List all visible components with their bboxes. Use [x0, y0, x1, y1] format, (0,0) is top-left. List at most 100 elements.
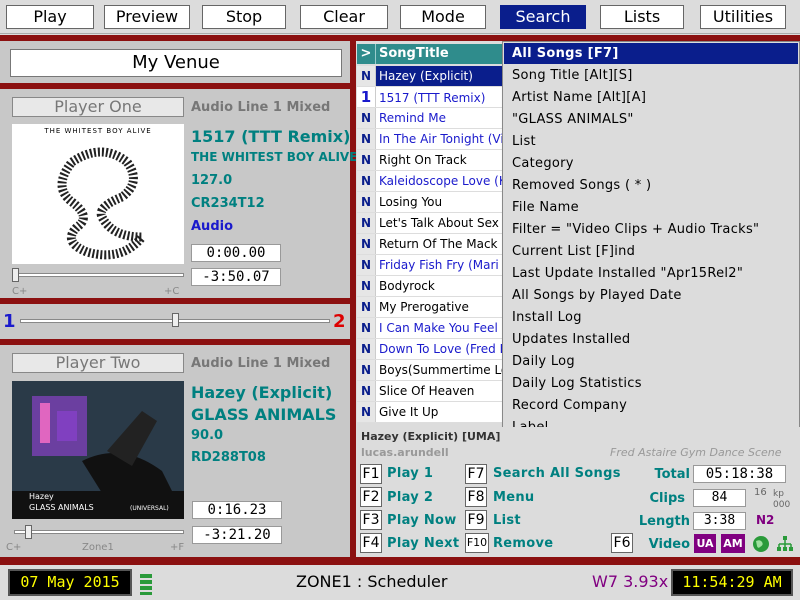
play-button[interactable]: Play: [6, 5, 94, 29]
sort-marker[interactable]: >: [357, 44, 376, 64]
song-row[interactable]: N Hazey (Explicit): [357, 66, 505, 87]
search-menu-item[interactable]: Artist Name [Alt][A]: [504, 87, 798, 108]
f3-key[interactable]: F3: [360, 510, 382, 530]
song-row[interactable]: N Losing You: [357, 192, 505, 213]
search-menu-item[interactable]: Last Update Installed "Apr15Rel2": [504, 263, 798, 284]
player-one-slider-knob[interactable]: [12, 268, 19, 282]
album-art-text: THE WHITEST BOY ALIVE: [44, 127, 152, 135]
clear-button[interactable]: Clear: [300, 5, 388, 29]
total-label: Total: [654, 467, 690, 482]
search-menu-item[interactable]: Current List [F]ind: [504, 241, 798, 262]
song-row[interactable]: N Give It Up: [357, 402, 505, 423]
f2-key[interactable]: F2: [360, 487, 382, 507]
player-two-slider-knob[interactable]: [25, 525, 32, 539]
song-row[interactable]: N Right On Track: [357, 150, 505, 171]
player-two-bpm: 90.0: [191, 428, 224, 443]
search-menu-item[interactable]: Removed Songs ( * ): [504, 175, 798, 196]
song-row[interactable]: N Bodyrock: [357, 276, 505, 297]
globe-icon[interactable]: [752, 535, 770, 553]
utilities-button[interactable]: Utilities: [700, 5, 786, 29]
network-tree-icon[interactable]: [776, 535, 794, 553]
song-row[interactable]: N Kaleidoscope Love (K: [357, 171, 505, 192]
search-menu-item[interactable]: All Songs by Played Date: [504, 285, 798, 306]
song-row[interactable]: 1 1517 (TTT Remix): [357, 87, 505, 108]
song-status-marker: N: [357, 255, 376, 275]
f4-key[interactable]: F4: [360, 533, 382, 553]
player-two-artist: GLASS ANIMALS: [191, 405, 337, 424]
song-title: Remind Me: [379, 111, 446, 125]
player-one-pitch-slider[interactable]: [14, 273, 184, 277]
song-row[interactable]: N Let's Talk About Sex: [357, 213, 505, 234]
current-scene: Fred Astaire Gym Dance Scene: [610, 446, 782, 459]
now-playing-info: Hazey (Explicit) [UMA]: [361, 430, 501, 443]
song-row[interactable]: N Boys(Summertime Lo: [357, 360, 505, 381]
play-now-label[interactable]: Play Now: [387, 513, 457, 528]
song-row[interactable]: NI Can Make You Feel: [357, 318, 505, 339]
song-title: Slice Of Heaven: [379, 384, 475, 398]
search-menu-item[interactable]: "GLASS ANIMALS": [504, 109, 798, 130]
crossfader-left-label: 1: [3, 311, 16, 332]
player-two-button[interactable]: Player Two: [12, 353, 184, 373]
slider-label-zone: Zone1: [82, 542, 114, 553]
search-menu-item[interactable]: All Songs [F7]: [504, 43, 798, 64]
ua-badge[interactable]: UA: [694, 534, 716, 553]
song-row[interactable]: N In The Air Tonight (Vi: [357, 129, 505, 150]
player-one-button[interactable]: Player One: [12, 97, 184, 117]
song-row[interactable]: N Return Of The Mack: [357, 234, 505, 255]
song-row[interactable]: N My Prerogative: [357, 297, 505, 318]
player-two-title: Hazey (Explicit): [191, 383, 333, 402]
song-title: Return Of The Mack: [379, 237, 498, 251]
menu-label[interactable]: Menu: [493, 490, 534, 505]
n2-indicator: N2: [756, 513, 775, 527]
venue-button[interactable]: My Venue: [10, 49, 342, 77]
song-title: Losing You: [379, 195, 443, 209]
song-row[interactable]: N Down To Love (Fred E: [357, 339, 505, 360]
search-menu-item[interactable]: Song Title [Alt][S]: [504, 65, 798, 86]
clips-value: 84: [693, 489, 746, 507]
song-row[interactable]: N Friday Fish Fry (Mari: [357, 255, 505, 276]
search-menu-item[interactable]: Install Log: [504, 307, 798, 328]
play-2-label[interactable]: Play 2: [387, 490, 433, 505]
search-menu-item[interactable]: File Name: [504, 197, 798, 218]
mode-button[interactable]: Mode: [400, 5, 486, 29]
search-menu-item[interactable]: Record Company: [504, 395, 798, 416]
crossfader-right-label: 2: [333, 311, 346, 332]
song-status-marker: 1: [357, 87, 376, 107]
f6-key[interactable]: F6: [611, 533, 633, 553]
am-badge[interactable]: AM: [721, 534, 745, 553]
list-label[interactable]: List: [493, 513, 521, 528]
slider-label-left: C+: [12, 286, 28, 297]
play-1-label[interactable]: Play 1: [387, 466, 433, 481]
crossfader-knob[interactable]: [172, 313, 179, 327]
f7-key[interactable]: F7: [465, 464, 487, 484]
preview-button[interactable]: Preview: [104, 5, 190, 29]
f1-key[interactable]: F1: [360, 464, 382, 484]
play-next-label[interactable]: Play Next: [387, 536, 459, 551]
search-menu-button[interactable]: Search: [500, 5, 586, 29]
divider: [0, 557, 800, 565]
search-all-songs-label[interactable]: Search All Songs: [493, 466, 621, 481]
f10-key[interactable]: F10: [465, 533, 489, 553]
remove-label[interactable]: Remove: [493, 536, 553, 551]
f8-key[interactable]: F8: [465, 487, 487, 507]
version-label: W7 3.93x: [592, 572, 669, 591]
search-menu-item[interactable]: Category: [504, 153, 798, 174]
search-menu-item[interactable]: Daily Log Statistics: [504, 373, 798, 394]
search-menu-item[interactable]: Updates Installed: [504, 329, 798, 350]
slider-label-right: +C: [164, 286, 180, 297]
song-status-marker: N: [357, 360, 376, 380]
player-two-remaining: -3:21.20: [192, 526, 282, 544]
stop-button[interactable]: Stop: [202, 5, 286, 29]
length-value: 3:38: [693, 512, 746, 530]
f9-key[interactable]: F9: [465, 510, 487, 530]
player-two-pitch-slider[interactable]: [14, 530, 184, 534]
song-row[interactable]: N Slice Of Heaven: [357, 381, 505, 402]
songtitle-column-header[interactable]: SongTitle: [379, 44, 449, 64]
song-row[interactable]: N Remind Me: [357, 108, 505, 129]
samplerate-bottom: 000: [773, 500, 791, 510]
search-menu-item[interactable]: Filter = "Video Clips + Audio Tracks": [504, 219, 798, 240]
search-menu-item[interactable]: List: [504, 131, 798, 152]
search-menu-item[interactable]: Daily Log: [504, 351, 798, 372]
song-status-marker: N: [357, 66, 376, 86]
lists-button[interactable]: Lists: [600, 5, 684, 29]
